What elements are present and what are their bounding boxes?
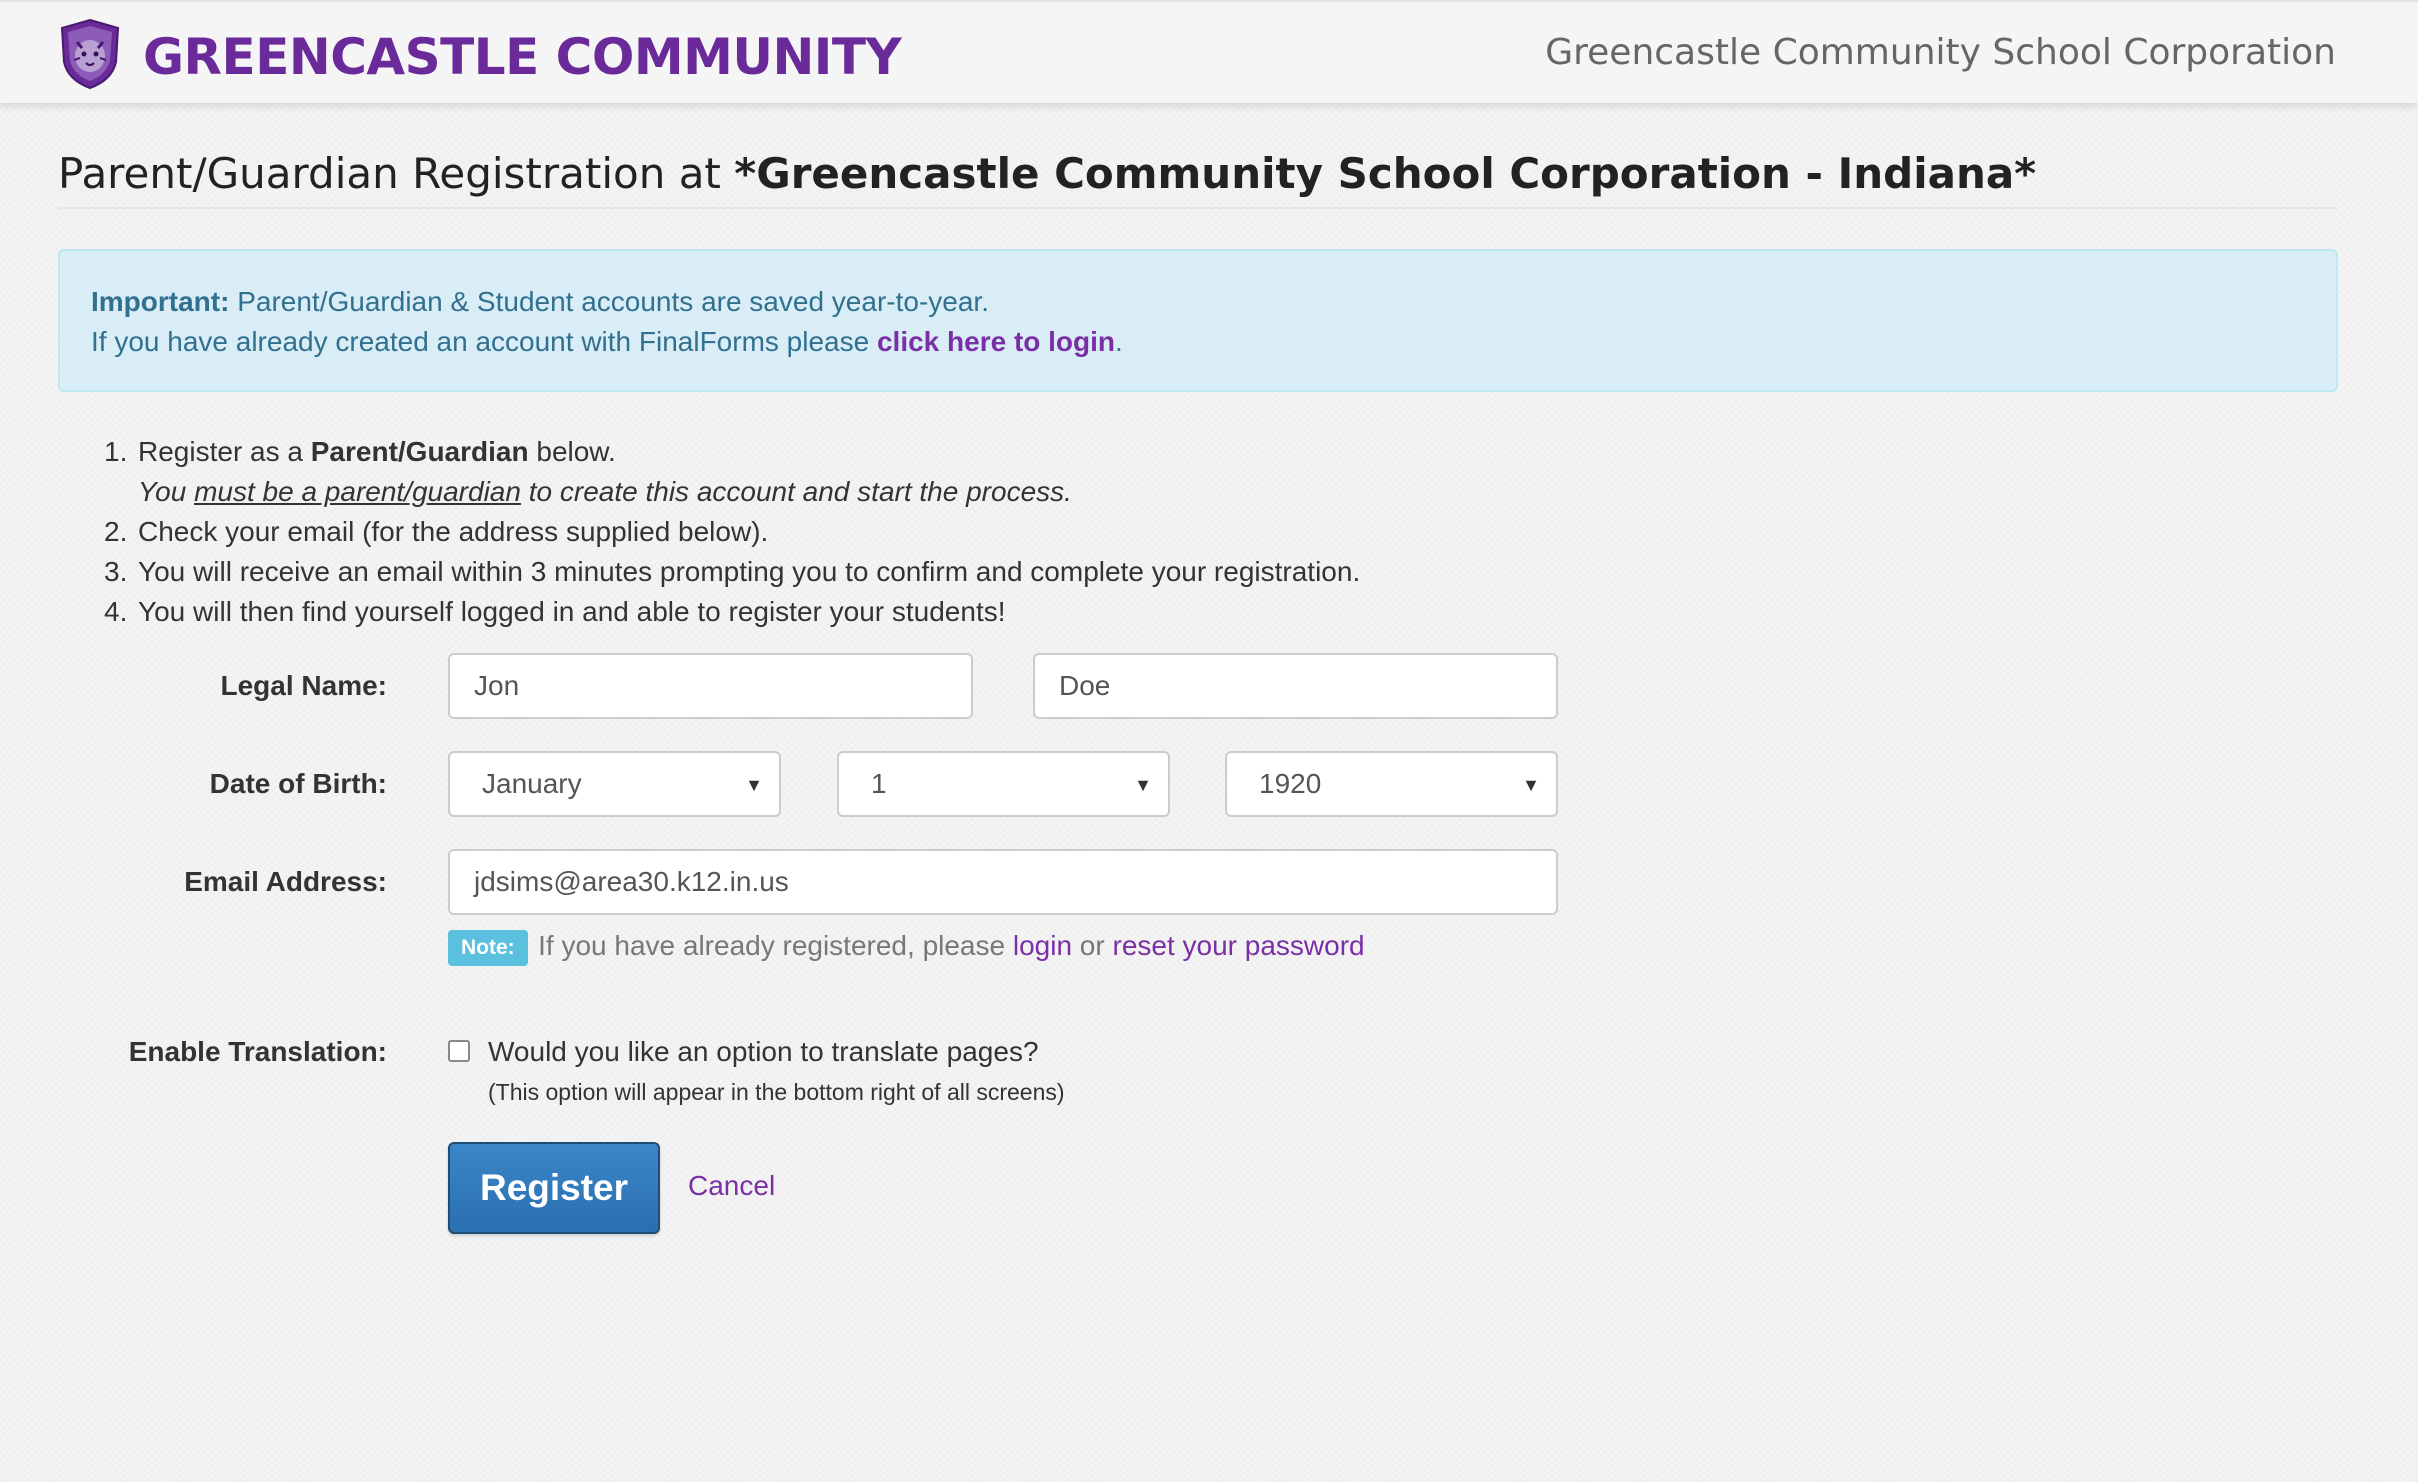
alert-strong: Important: bbox=[91, 286, 230, 317]
birth-day-value: 1 bbox=[871, 768, 887, 799]
step-3-text: You will receive an email within 3 minut… bbox=[138, 556, 1361, 587]
page-title: Parent/Guardian Registration at *Greenca… bbox=[58, 146, 2036, 202]
step-4: 4. You will then find yourself logged in … bbox=[104, 592, 1360, 632]
step-1: 1. Register as a Parent/Guardian below. bbox=[104, 432, 1360, 472]
step-4-text: You will then find yourself logged in an… bbox=[138, 596, 1006, 627]
birth-year-value: 1920 bbox=[1259, 768, 1322, 799]
step-1-subtext: You must be a parent/guardian to create … bbox=[104, 472, 1360, 512]
step-number: 4. bbox=[104, 596, 128, 627]
note-text: If you have already registered, please bbox=[538, 930, 1013, 961]
birth-year-select[interactable]: 1920 ▼ bbox=[1225, 751, 1558, 817]
step-1-sub-post: to create this account and start the pro… bbox=[520, 476, 1072, 507]
top-navbar: GREENCASTLE COMMUNITY Greencastle Commun… bbox=[0, 0, 2418, 103]
last-name-input[interactable]: Doe bbox=[1033, 653, 1558, 719]
step-number: 1. bbox=[104, 436, 128, 467]
step-3: 3. You will receive an email within 3 min… bbox=[104, 552, 1360, 592]
first-name-input[interactable]: Jon bbox=[448, 653, 973, 719]
important-alert: Important: Parent/Guardian & Student acc… bbox=[58, 249, 2338, 392]
login-link[interactable]: login bbox=[1013, 930, 1072, 961]
page-title-organization: *Greencastle Community School Corporatio… bbox=[734, 149, 2037, 198]
chevron-down-icon: ▼ bbox=[1522, 775, 1540, 795]
alert-line-1: Important: Parent/Guardian & Student acc… bbox=[91, 282, 2336, 322]
note-or: or bbox=[1072, 930, 1113, 961]
birth-month-value: January bbox=[482, 768, 582, 799]
step-2: 2. Check your email (for the address supp… bbox=[104, 512, 1360, 552]
step-1-post: below. bbox=[528, 436, 616, 467]
alert-line-1-text: Parent/Guardian & Student accounts are s… bbox=[229, 286, 989, 317]
click-here-to-login-link[interactable]: click here to login bbox=[877, 326, 1115, 357]
translation-help-text: (This option will appear in the bottom r… bbox=[488, 1079, 1065, 1105]
school-corporation-name: Greencastle Community School Corporation bbox=[1545, 32, 2336, 73]
legal-name-label: Legal Name: bbox=[220, 670, 388, 701]
enable-translation-label: Enable Translation: bbox=[128, 1036, 387, 1067]
chevron-down-icon: ▼ bbox=[1134, 775, 1152, 795]
email-address-label: Email Address: bbox=[184, 866, 387, 897]
translation-question[interactable]: Would you like an option to translate pa… bbox=[488, 1032, 1039, 1072]
reset-password-link[interactable]: reset your password bbox=[1113, 930, 1365, 961]
step-2-text: Check your email (for the address suppli… bbox=[138, 516, 769, 547]
page-title-prefix: Parent/Guardian Registration at bbox=[58, 149, 735, 198]
alert-line-2-text: If you have already created an account w… bbox=[91, 326, 877, 357]
birth-month-select[interactable]: January ▼ bbox=[448, 751, 781, 817]
cancel-link[interactable]: Cancel bbox=[688, 1166, 775, 1206]
email-note: Note: If you have already registered, pl… bbox=[448, 926, 1365, 969]
register-button[interactable]: Register bbox=[448, 1142, 660, 1234]
step-1-pre: Register as a bbox=[138, 436, 311, 467]
birth-day-select[interactable]: 1 ▼ bbox=[837, 751, 1170, 817]
brand-name[interactable]: GREENCASTLE COMMUNITY bbox=[143, 29, 902, 85]
step-1-subtext-line: You must be a parent/guardian to create … bbox=[104, 476, 1072, 507]
date-of-birth-label: Date of Birth: bbox=[209, 768, 387, 799]
enable-translation-checkbox[interactable] bbox=[448, 1040, 470, 1062]
step-1-bold: Parent/Guardian bbox=[310, 436, 529, 467]
tiger-shield-logo-icon[interactable] bbox=[58, 18, 122, 90]
title-divider bbox=[58, 207, 2338, 209]
alert-line-2-end: . bbox=[1115, 326, 1123, 357]
email-field[interactable]: jdsims@area30.k12.in.us bbox=[448, 849, 1558, 915]
step-1-sub-pre: You bbox=[138, 476, 195, 507]
step-number: 2. bbox=[104, 516, 128, 547]
step-1-sub-underline: must be a parent/guardian bbox=[194, 476, 521, 507]
registration-steps: 1. Register as a Parent/Guardian below. Y… bbox=[104, 432, 1360, 632]
chevron-down-icon: ▼ bbox=[745, 775, 763, 795]
note-badge: Note: bbox=[448, 929, 528, 966]
step-number: 3. bbox=[104, 556, 128, 587]
alert-line-2: If you have already created an account w… bbox=[91, 322, 2336, 362]
